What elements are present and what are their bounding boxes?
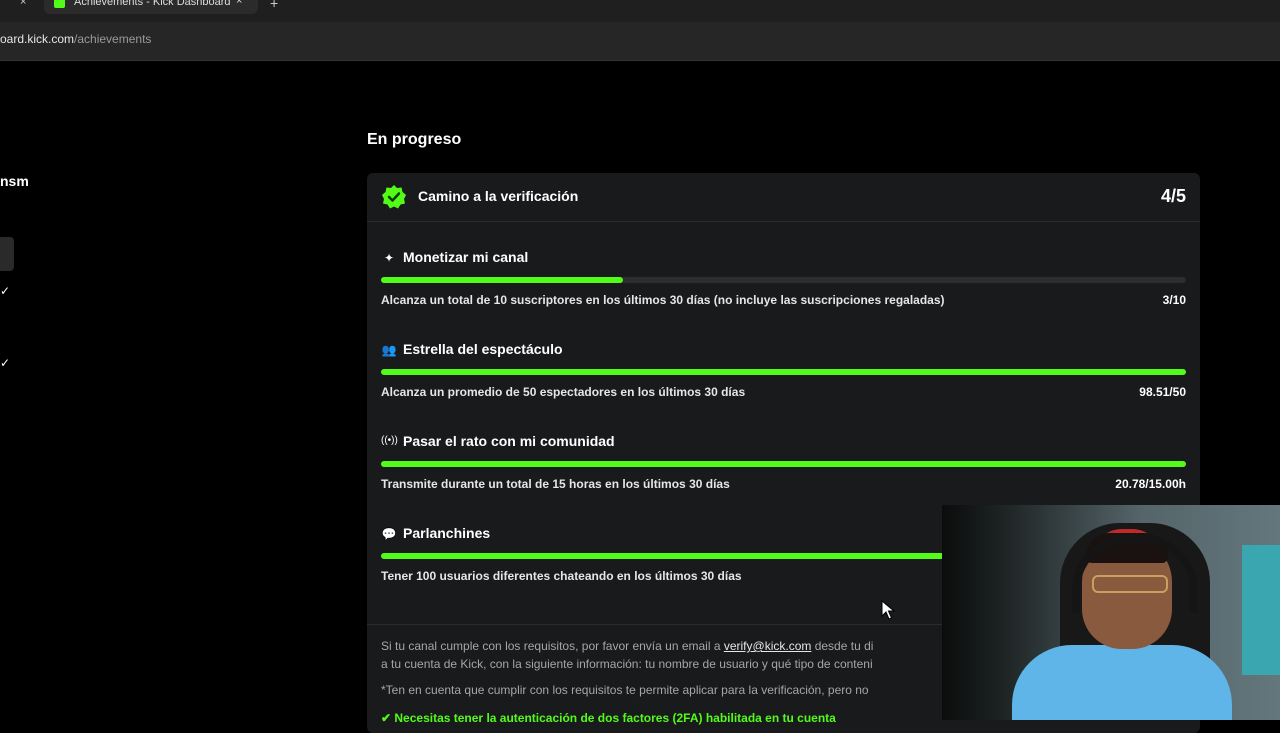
note-text: Si tu canal cumple con los requisitos, p… <box>381 639 724 653</box>
verification-note-line: a tu cuenta de Kick, con la siguiente in… <box>381 657 873 671</box>
chat-bubble-icon: 💬 <box>381 527 397 541</box>
progress-fill <box>381 277 623 283</box>
verify-email-link[interactable]: verify@kick.com <box>724 639 812 653</box>
address-bar[interactable]: oard.kick.com/achievements <box>0 22 1280 61</box>
verification-note-line: Si tu canal cumple con los requisitos, p… <box>381 639 873 653</box>
streamer-shirt <box>1012 645 1232 720</box>
progress-fill <box>381 461 1186 467</box>
wall-poster <box>1242 545 1280 675</box>
sidebar-check-icon: ✓ <box>0 356 11 370</box>
card-title: Camino a la verificación <box>418 188 579 204</box>
progress-track <box>381 461 1186 467</box>
progress-track <box>381 369 1186 375</box>
sidebar-check-icon: ✓ <box>0 284 11 298</box>
verified-badge-icon <box>382 185 406 209</box>
glasses <box>1092 575 1168 593</box>
achievement-title: Pasar el rato con mi comunidad <box>403 433 615 449</box>
achievement-item: ✦ Monetizar mi canal Alcanza un total de… <box>381 249 1186 331</box>
card-progress-count: 4/5 <box>1160 186 1186 206</box>
tab-close-icon[interactable]: × <box>236 0 242 7</box>
achievement-value: 20.78/15.00h <box>1115 477 1186 491</box>
2fa-requirement: ✔ Necesitas tener la autenticación de do… <box>381 711 836 725</box>
mouse-cursor-icon <box>881 600 895 620</box>
card-header: Camino a la verificación 4/5 <box>367 173 1200 222</box>
achievement-title: Monetizar mi canal <box>403 249 529 265</box>
achievement-description: Alcanza un promedio de 50 espectadores e… <box>381 385 746 399</box>
webcam-overlay <box>942 505 1280 720</box>
url-text[interactable]: oard.kick.com/achievements <box>0 32 151 46</box>
previous-tab-close-icon[interactable]: × <box>20 0 26 8</box>
achievement-item: ((•)) Pasar el rato con mi comunidad Tra… <box>381 433 1186 515</box>
achievement-item: 👥 Estrella del espectáculo Alcanza un pr… <box>381 341 1186 423</box>
sidebar-partial-label[interactable]: nsm <box>0 173 29 189</box>
sparkle-icon: ✦ <box>383 251 395 265</box>
progress-track <box>381 277 1186 283</box>
users-icon: 👥 <box>381 343 397 357</box>
broadcast-icon: ((•)) <box>381 435 398 446</box>
browser-tab-bar: × Achievements - Kick Dashboard × + <box>0 0 1280 22</box>
sidebar-selected-item[interactable] <box>0 237 14 271</box>
achievement-title: Estrella del espectáculo <box>403 341 563 357</box>
verification-disclaimer: *Ten en cuenta que cumplir con los requi… <box>381 683 869 697</box>
section-title: En progreso <box>367 131 462 148</box>
browser-tab-achievements[interactable]: Achievements - Kick Dashboard × <box>44 0 258 14</box>
url-path: /achievements <box>74 32 152 46</box>
new-tab-button[interactable]: + <box>270 0 278 11</box>
kick-favicon-icon <box>54 0 65 8</box>
achievement-value: 3/10 <box>1162 293 1186 307</box>
note-text: desde tu di <box>811 639 874 653</box>
achievement-description: Tener 100 usuarios diferentes chateando … <box>381 569 742 583</box>
progress-fill <box>381 369 1186 375</box>
url-host: oard.kick.com <box>0 32 75 46</box>
achievement-title: Parlanchines <box>403 525 491 541</box>
achievement-value: 98.51/50 <box>1139 385 1186 399</box>
achievement-description: Transmite durante un total de 15 horas e… <box>381 477 730 491</box>
tab-title: Achievements - Kick Dashboard <box>74 0 231 8</box>
achievement-description: Alcanza un total de 10 suscriptores en l… <box>381 293 945 307</box>
